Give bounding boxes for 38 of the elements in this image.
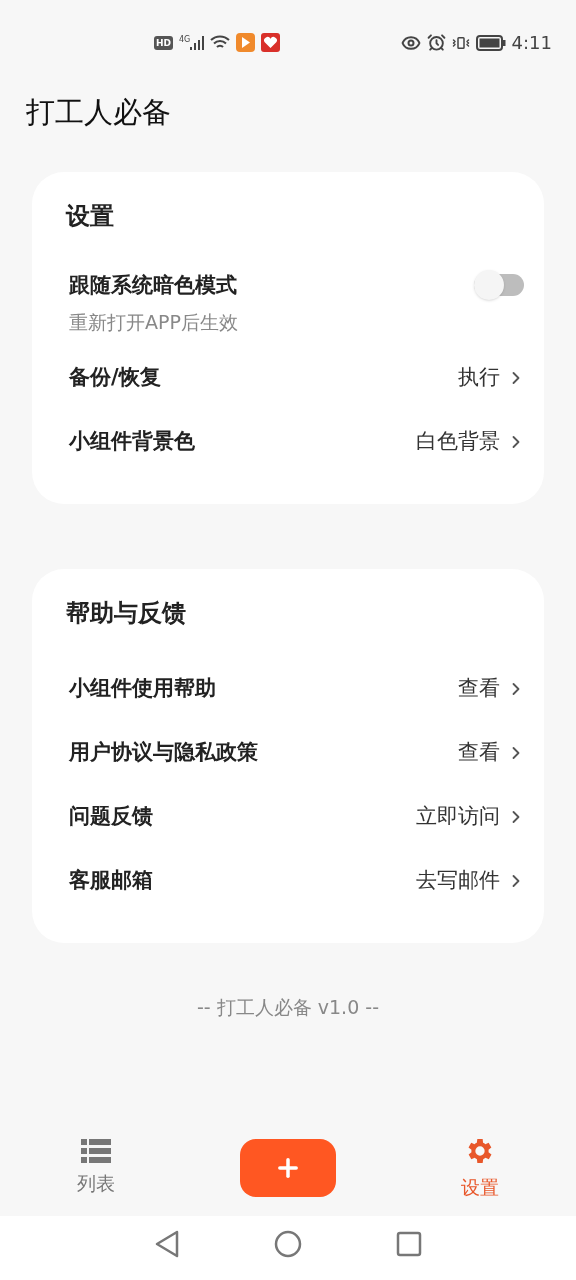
home-icon[interactable] xyxy=(274,1230,302,1258)
network-type: 4G xyxy=(179,35,191,44)
setting-row[interactable]: 小组件使用帮助 查看 xyxy=(69,657,520,721)
setting-value: 查看 xyxy=(458,739,500,767)
setting-value: 白色背景 xyxy=(416,428,500,456)
setting-hint: 重新打开APP后生效 xyxy=(69,309,238,335)
setting-row[interactable]: 小组件背景色 白色背景 xyxy=(69,410,520,474)
setting-label: 备份/恢复 xyxy=(69,364,161,392)
setting-row[interactable]: 问题反馈 立即访问 xyxy=(69,785,520,849)
section-title: 帮助与反馈 xyxy=(65,598,187,629)
setting-label: 用户协议与隐私政策 xyxy=(69,739,258,767)
setting-row[interactable]: 用户协议与隐私政策 查看 xyxy=(69,721,520,785)
list-icon xyxy=(81,1138,111,1163)
back-icon[interactable] xyxy=(154,1230,180,1258)
add-button[interactable] xyxy=(240,1139,336,1197)
version-footer: -- 打工人必备 v1.0 -- xyxy=(197,993,379,1022)
play-app-icon xyxy=(236,33,256,52)
setting-label: 客服邮箱 xyxy=(69,867,153,895)
app-title: 打工人必备 xyxy=(25,94,172,131)
alarm-icon xyxy=(426,33,446,52)
heart-app-icon xyxy=(261,33,281,52)
setting-row[interactable]: 备份/恢复 执行 xyxy=(69,346,520,410)
setting-value: 立即访问 xyxy=(416,803,500,831)
nav-tab[interactable]: 列表 xyxy=(56,1138,136,1198)
hd-badge: HD xyxy=(154,35,173,50)
setting-label: 小组件使用帮助 xyxy=(69,675,216,703)
setting-value: 去写邮件 xyxy=(416,867,500,895)
status-time: 4:11 xyxy=(511,31,552,55)
setting-label: 问题反馈 xyxy=(69,803,153,831)
setting-label: 跟随系统暗色模式 xyxy=(69,272,238,299)
setting-value: 执行 xyxy=(458,364,500,392)
setting-row[interactable]: 客服邮箱 去写邮件 xyxy=(69,849,520,913)
setting-label: 小组件背景色 xyxy=(69,428,195,456)
battery-icon xyxy=(475,34,506,51)
section-title: 设置 xyxy=(65,201,115,232)
signal-icon xyxy=(190,35,205,50)
setting-value: 查看 xyxy=(458,675,500,703)
recents-icon[interactable] xyxy=(396,1231,422,1257)
